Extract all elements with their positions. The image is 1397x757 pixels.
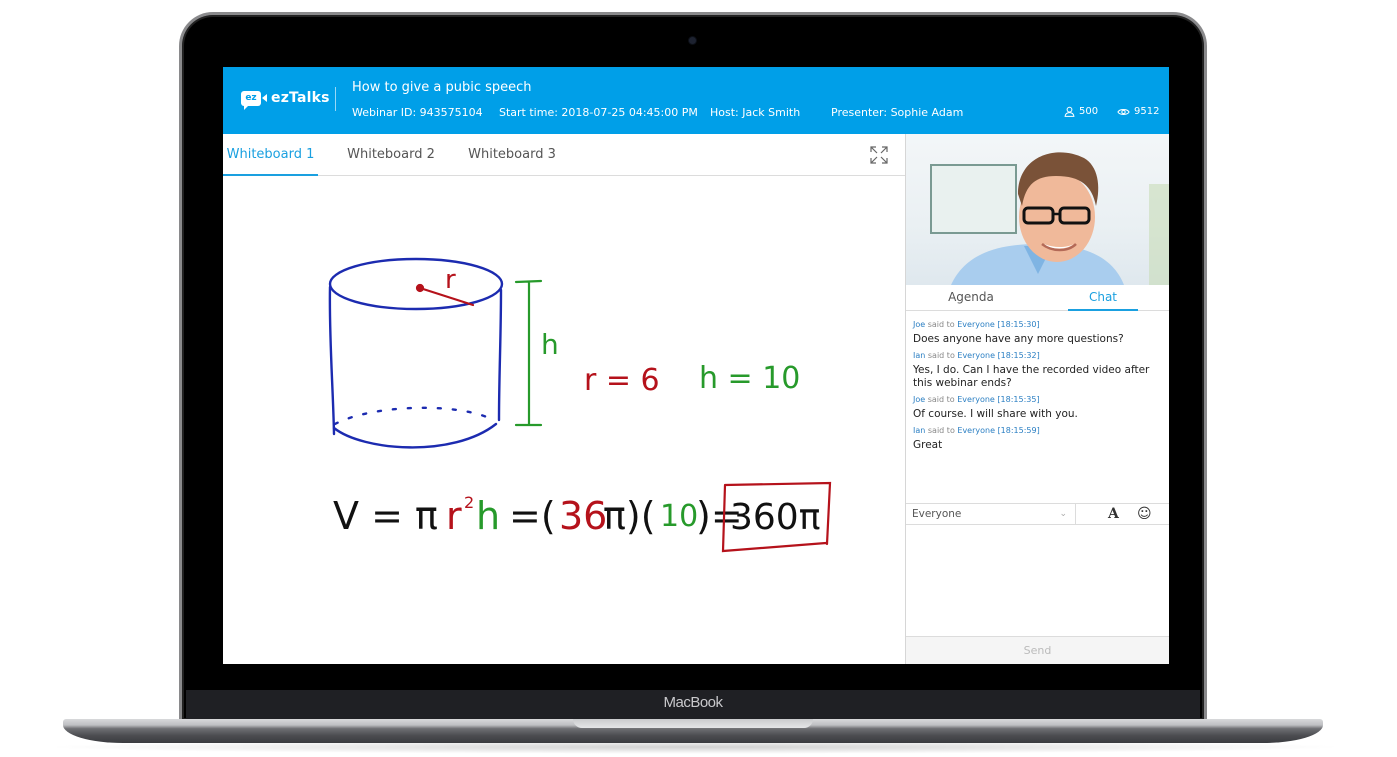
formula-result: 360π [730,497,820,538]
presenter-video[interactable] [906,134,1169,285]
message-meta: Ian said to Everyone [18:15:59] [913,426,1040,435]
message-time: [18:15:35] [997,395,1040,404]
chevron-down-icon: ⌄ [1059,509,1067,519]
message-meta: Joe said to Everyone [18:15:35] [913,395,1040,404]
formula-36: 36 [559,494,607,538]
logo-text: ezTalks [271,90,330,106]
whiteboard-tabs: Whiteboard 1 Whiteboard 2 Whiteboard 3 [223,134,905,176]
message-sender[interactable]: Ian [913,351,925,360]
tab-chat[interactable]: Chat [1068,285,1138,311]
tab-whiteboard-1[interactable]: Whiteboard 1 [223,134,318,176]
chat-message: Ian said to Everyone [18:15:32] Yes, I d… [913,351,1163,390]
webinar-title: How to give a pubic speech [352,80,532,95]
tab-agenda[interactable]: Agenda [906,285,1036,311]
given-height: h = 10 [699,361,800,396]
message-recipient: Everyone [957,351,996,360]
host-name: Host: Jack Smith [710,106,801,119]
message-text: Yes, I do. Can I have the recorded video… [913,364,1150,389]
laptop-notch [573,719,813,728]
webinar-id: Webinar ID: 943575104 [352,106,483,119]
message-text: Of course. I will share with you. [913,408,1078,420]
cylinder-bottom-front [332,422,498,449]
chat-message: Joe said to Everyone [18:15:30] Does any… [913,320,1163,346]
presenter-name: Presenter: Sophie Adam [831,106,964,119]
message-sender[interactable]: Joe [913,395,925,404]
app-header: ez ezTalks How to give a pubic speech We… [223,67,1169,134]
cylinder-left-side [328,285,336,436]
cylinder-top-ellipse [328,257,504,311]
tab-whiteboard-2[interactable]: Whiteboard 2 [343,134,439,176]
chat-messages: Joe said to Everyone [18:15:30] Does any… [913,320,1163,457]
message-meta: Ian said to Everyone [18:15:32] [913,351,1040,360]
ez-talks-logo[interactable]: ez ezTalks [241,90,330,110]
compose-toolbar: Everyone ⌄ A ☺ [906,503,1169,525]
emoji-icon[interactable]: ☺ [1137,506,1152,522]
font-format-icon[interactable]: A [1108,506,1119,522]
message-meta: Joe said to Everyone [18:15:30] [913,320,1040,329]
formula-pi-paren: π)( [603,494,656,538]
webcam [689,37,696,44]
cylinder-bottom-back [333,406,497,426]
given-radius: r = 6 [584,363,660,398]
chat-message: Ian said to Everyone [18:15:59] Great [913,426,1163,452]
cylinder-right-side [497,288,503,422]
formula-r: r [446,494,462,538]
formula-exponent: 2 [464,493,474,512]
wall-certificate [930,164,1017,234]
message-input[interactable] [906,525,1169,637]
message-recipient: Everyone [957,395,995,404]
header-divider [335,87,336,111]
camera-icon [262,94,267,102]
fullscreen-expand-icon[interactable] [868,144,890,166]
app-window: ez ezTalks How to give a pubic speech We… [223,67,1169,664]
face [1019,172,1095,262]
formula-10: 10 [660,499,698,534]
logo-badge-icon: ez [241,90,261,110]
start-time: Start time: 2018-07-25 04:45:00 PM [499,106,698,119]
tab-whiteboard-3[interactable]: Whiteboard 3 [464,134,560,176]
height-marker [514,279,543,427]
message-time: [18:15:32] [997,351,1040,360]
send-button[interactable]: Send [906,636,1169,664]
views-count: 9512 [1134,106,1160,117]
message-text: Does anyone have any more questions? [913,333,1124,345]
whiteboard-drawing: r h r = 6 h = 10 V = π r 2 h =( 36 π)( 1… [328,257,832,553]
attendees-count: 500 [1079,106,1099,117]
message-text: Great [913,439,943,451]
message-sender[interactable]: Joe [913,320,925,329]
height-label: h [541,328,559,361]
message-sender[interactable]: Ian [913,426,925,435]
eye-icon [1117,108,1130,115]
message-time: [18:15:30] [997,320,1040,329]
message-recipient: Everyone [957,320,995,329]
chat-message: Joe said to Everyone [18:15:35] Of cours… [913,395,1163,421]
message-time: [18:15:59] [997,426,1040,435]
side-panel: Agenda Chat Joe said to Everyone [18:15:… [906,134,1169,664]
recipient-value: Everyone [912,508,962,520]
formula-eq2: =( [509,494,556,538]
recipient-select[interactable]: Everyone ⌄ [906,504,1076,525]
views-stat: 9512 [1117,106,1159,117]
laptop-brand-label: MacBook [663,694,723,711]
formula-h: h [476,494,500,538]
formula-v-eq: V = π [333,494,438,538]
user-icon [1064,106,1075,117]
attendees-stat: 500 [1064,106,1098,117]
radius-label: r [445,265,456,295]
message-recipient: Everyone [957,426,996,435]
presenter-video-frame [930,152,1169,285]
plant [1149,184,1169,285]
whiteboard-canvas[interactable]: r h r = 6 h = 10 V = π r 2 h =( 36 π)( 1… [223,176,905,664]
cylinder-shape [328,257,504,449]
side-panel-tabs: Agenda Chat [906,285,1169,311]
